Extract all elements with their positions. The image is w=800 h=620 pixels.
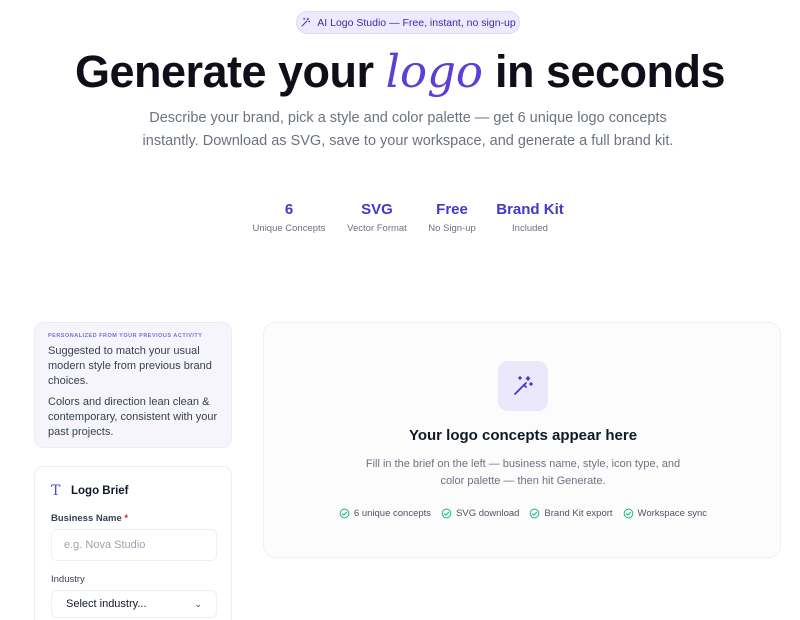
business-name-label: Business Name * <box>51 513 215 524</box>
personalized-line-2: Colors and direction lean clean & contem… <box>48 396 218 438</box>
logo-preview-panel: Your logo concepts appear here Fill in t… <box>263 322 781 558</box>
logo-brief-card: T Logo Brief Business Name * Industry Se… <box>34 466 232 620</box>
check-circle-icon <box>623 508 633 519</box>
feature-label: 6 unique concepts <box>353 508 432 519</box>
title-before: Generate your <box>74 46 374 97</box>
feature-label: Brand Kit export <box>544 508 613 519</box>
stat-free: Free No Sign-up <box>416 201 488 234</box>
business-name-input[interactable] <box>51 529 217 561</box>
check-circle-icon <box>339 508 350 519</box>
required-mark: * <box>124 513 129 524</box>
check-circle-icon <box>530 508 540 519</box>
hero-badge: AI Logo Studio — Free, instant, no sign-… <box>296 11 520 34</box>
feature-item: SVG download <box>441 508 519 519</box>
stat-label: No Sign-up <box>428 223 476 234</box>
text-type-icon: T <box>51 483 61 499</box>
chevron-down-icon: ⌄ <box>194 598 202 609</box>
badge-text: AI Logo Studio — Free, instant, no sign-… <box>317 16 516 29</box>
stat-value: Free <box>436 201 468 218</box>
preview-icon-box <box>498 361 548 411</box>
brief-title: Logo Brief <box>71 485 129 497</box>
stat-value: Brand Kit <box>496 201 564 218</box>
stat-label: Included <box>512 223 548 234</box>
page-title: Generate your logo in seconds <box>0 44 800 100</box>
stat-value: 6 <box>284 201 294 218</box>
feature-item: Brand Kit export <box>529 508 613 519</box>
business-name-label-text: Business Name <box>51 513 122 524</box>
stat-brand-kit: Brand Kit Included <box>490 201 570 234</box>
preview-subtitle: Fill in the brief on the left — business… <box>365 458 681 487</box>
personalized-tag: PERSONALIZED FROM YOUR PREVIOUS ACTIVITY <box>48 333 203 339</box>
preview-title: Your logo concepts appear here <box>408 427 638 444</box>
industry-label: Industry <box>51 574 85 585</box>
personalized-suggestion-card: PERSONALIZED FROM YOUR PREVIOUS ACTIVITY… <box>34 322 232 448</box>
check-circle-icon <box>441 508 452 519</box>
personalized-line-1: Suggested to match your usual modern sty… <box>48 345 212 387</box>
stat-concepts: 6 Unique Concepts <box>239 201 339 234</box>
feature-item: 6 unique concepts <box>339 508 431 519</box>
feature-label: SVG download <box>456 508 520 519</box>
feature-item: Workspace sync <box>623 508 708 519</box>
industry-selected-value: Select industry... <box>66 598 147 610</box>
stat-format: SVG Vector Format <box>337 201 417 234</box>
stat-label: Unique Concepts <box>252 223 326 234</box>
title-after: in seconds <box>494 46 726 97</box>
feature-label: Workspace sync <box>637 508 708 519</box>
magic-wand-icon <box>514 376 533 395</box>
stat-value: SVG <box>361 201 393 218</box>
stat-label: Vector Format <box>347 223 407 234</box>
magic-wand-icon <box>301 17 311 27</box>
brief-header: T Logo Brief <box>51 483 215 499</box>
hero-subtitle: Describe your brand, pick a style and co… <box>142 110 674 149</box>
industry-select[interactable]: Select industry... ⌄ <box>51 590 217 618</box>
title-accent: logo <box>385 45 483 98</box>
feature-list: 6 unique concepts SVG download Brand Kit… <box>264 508 782 519</box>
